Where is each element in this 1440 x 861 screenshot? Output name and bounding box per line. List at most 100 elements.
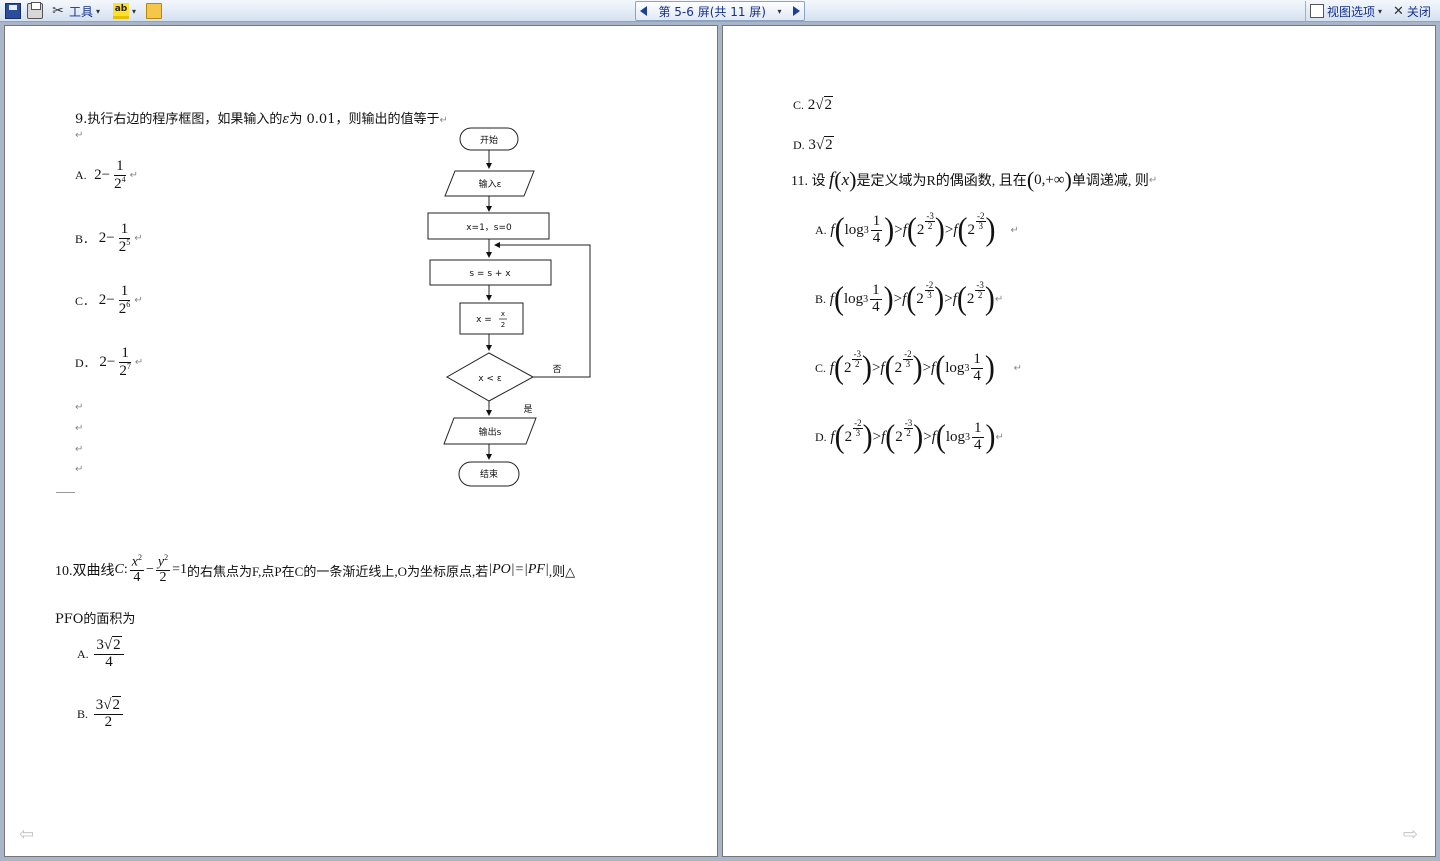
option-label: A. bbox=[75, 168, 87, 183]
frac-exp: 4 bbox=[121, 174, 126, 184]
exp-minus: - bbox=[925, 279, 929, 290]
sqrt-icon: √ bbox=[103, 637, 113, 653]
frac-exp: 7 bbox=[126, 361, 131, 371]
frac-num: 1 bbox=[870, 282, 882, 300]
gt-symbol: > bbox=[893, 290, 903, 307]
radicand: 2 bbox=[111, 696, 121, 713]
flowchart-output-label: 输出s bbox=[479, 426, 502, 438]
exp-minus: - bbox=[976, 279, 980, 290]
paragraph-mark-icon: ↵ bbox=[75, 444, 84, 455]
paragraph-mark-icon: ↵ bbox=[75, 423, 84, 434]
save-button[interactable] bbox=[5, 2, 21, 20]
base-two: 2 bbox=[916, 290, 924, 307]
q9-option-c: C． 2− 1 26 ↵ bbox=[75, 283, 143, 318]
q9-text2: 为 0.01，则输出的值等于 bbox=[289, 112, 440, 127]
close-button[interactable]: ✕ 关闭 bbox=[1393, 1, 1431, 21]
q10-tail: ,则△ bbox=[548, 563, 576, 579]
exp-minus: - bbox=[904, 348, 908, 359]
next-page-icon[interactable]: ⇨ bbox=[1403, 824, 1418, 845]
tools-menu[interactable]: ✂ 工具 ▾ bbox=[50, 2, 100, 20]
frac-exp: 6 bbox=[126, 299, 131, 309]
print-button[interactable] bbox=[27, 2, 43, 20]
pager-label: 第 5-6 屏(共 11 屏) bbox=[658, 4, 766, 19]
q11-option-b: B. f(log 3 1 4) > f(2 -2 3) > f(2 -3 2) ↵ bbox=[815, 279, 1004, 317]
flowchart-yes-label: 是 bbox=[523, 404, 532, 415]
paragraph-mark-icon: ↵ bbox=[134, 233, 143, 245]
option-label: C． bbox=[75, 294, 96, 309]
frac-base: 2 bbox=[119, 362, 127, 379]
log-base: 3 bbox=[964, 362, 970, 374]
paragraph-mark-icon: ↵ bbox=[129, 170, 139, 182]
page-navigator[interactable]: 第 5-6 屏(共 11 屏) ▾ bbox=[635, 1, 805, 21]
chevron-down-icon[interactable]: ▾ bbox=[777, 7, 781, 16]
folder-button[interactable] bbox=[146, 2, 162, 20]
q9-option-c-continued: C. 2 √ 2 bbox=[793, 96, 833, 114]
flowchart-update-lhs: x = bbox=[476, 315, 492, 325]
prev-screen-icon[interactable] bbox=[640, 6, 647, 16]
q10-stem: 10.双曲线 C : x2 4 − y2 2 =1 的右焦点为F,点P在C的一条渐近… bbox=[55, 553, 576, 586]
q9-option-d-continued: D. 3 √ 2 bbox=[793, 136, 834, 154]
log-text: log bbox=[844, 221, 864, 238]
save-icon bbox=[5, 3, 21, 19]
frac-den: 4 bbox=[872, 298, 880, 315]
flowchart-init-label: x=1，s=0 bbox=[466, 223, 512, 233]
frac-num: 1 bbox=[119, 345, 131, 363]
chevron-down-icon: ▾ bbox=[1378, 6, 1383, 16]
flowchart-cond-label: x < ε bbox=[478, 374, 502, 384]
q10-option-b: B. 3√2 2 bbox=[77, 696, 125, 731]
flowchart-loop bbox=[494, 242, 591, 378]
paragraph-mark-icon: ↵ bbox=[1013, 362, 1023, 374]
option-label: B. bbox=[77, 706, 89, 721]
flowchart: 开始 输入ε x=1，s=0 s = s + x x = x 2 x < ε 否… bbox=[427, 127, 591, 487]
gt-symbol: > bbox=[894, 221, 903, 238]
base-two: 2 bbox=[894, 359, 903, 376]
exp-minus: - bbox=[904, 417, 908, 428]
q10-minus: − bbox=[145, 562, 154, 578]
gt-symbol: > bbox=[922, 359, 932, 376]
flowchart-update-den: 2 bbox=[501, 321, 505, 329]
frac-num: 1 bbox=[114, 158, 126, 176]
q10-abs: |PO|=|PF| bbox=[488, 562, 549, 578]
expr-lead: 2− bbox=[98, 292, 115, 309]
prev-page-icon[interactable]: ⇦ bbox=[19, 824, 34, 845]
flowchart-end-label: 结束 bbox=[480, 468, 498, 480]
base-two: 2 bbox=[843, 359, 852, 376]
log-text: log bbox=[945, 428, 966, 445]
paragraph-mark-icon: ↵ bbox=[1010, 224, 1019, 236]
sqrt-icon: √ bbox=[815, 96, 824, 113]
q11-option-c: C. f(2 -3 2) > f(2 -2 3) > f(log 3 1 4) ↵ bbox=[815, 348, 1023, 386]
gt-symbol: > bbox=[871, 359, 881, 376]
sqrt-icon: √ bbox=[815, 136, 825, 153]
frac-num: 1 bbox=[971, 351, 983, 369]
right-page: C. 2 √ 2 D. 3 √ 2 11. 设 f (x) 是定义域为R的偶函数, 且在… bbox=[722, 25, 1436, 857]
gt-symbol: > bbox=[872, 428, 882, 445]
option-label: D. bbox=[815, 429, 827, 444]
expr-lead: 2− bbox=[98, 230, 115, 247]
highlight-button[interactable]: ab ▾ bbox=[113, 2, 136, 20]
left-page: 9.执行右边的程序框图，如果输入的ε为 0.01，则输出的值等于↵ ↵ A. 2… bbox=[4, 25, 718, 857]
paragraph-mark-icon: ↵ bbox=[75, 402, 84, 413]
divider bbox=[56, 492, 75, 493]
close-icon: ✕ bbox=[1393, 3, 1404, 19]
option-label: A. bbox=[77, 646, 89, 661]
base-two: 2 bbox=[916, 221, 925, 238]
view-options-button[interactable]: 视图选项 ▾ bbox=[1305, 1, 1382, 21]
q9-option-d: D． 2− 1 27 ↵ bbox=[75, 345, 143, 380]
radicand: 2 bbox=[112, 636, 122, 653]
flowchart-assign-label: s = s + x bbox=[469, 269, 511, 279]
base-two: 2 bbox=[844, 428, 853, 445]
radicand: 2 bbox=[823, 96, 833, 113]
exp-minus: - bbox=[854, 417, 858, 428]
frac-den: 2 bbox=[104, 713, 113, 730]
q11-x: x bbox=[841, 170, 850, 189]
frac-num-exp: 2 bbox=[137, 553, 142, 562]
close-label: 关闭 bbox=[1406, 4, 1431, 19]
frac-den: 4 bbox=[974, 436, 982, 453]
frac-den: 4 bbox=[872, 229, 881, 246]
exp-minus: - bbox=[853, 348, 857, 359]
chevron-down-icon: ▾ bbox=[132, 6, 137, 16]
log-base: 3 bbox=[965, 431, 971, 443]
paragraph-mark-icon: ↵ bbox=[75, 130, 84, 141]
q10-option-a: A. 3√2 4 bbox=[77, 636, 126, 671]
next-screen-icon[interactable] bbox=[792, 6, 800, 16]
